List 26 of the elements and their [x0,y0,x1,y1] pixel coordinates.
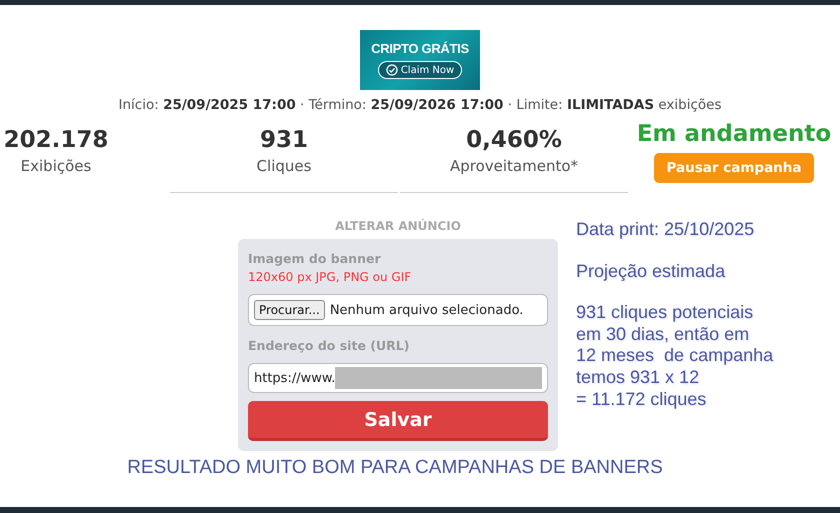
stat-label: Exibições [20,157,92,175]
campaign-status: Em andamento [636,121,832,147]
save-button[interactable]: Salvar [248,401,548,441]
stat-value: 0,460% [466,127,562,153]
banner-ad[interactable]: CRIPTO GRÁTIS Claim Now [360,30,480,90]
stat-label: Cliques [256,157,312,175]
footer-caption: RESULTADO MUITO BOM PARA CAMPANHAS DE BANNERS [126,457,664,479]
file-input[interactable]: Procurar... Nenhum arquivo selecionado. [248,294,548,326]
check-circle-icon [386,64,398,76]
banner-title: CRIPTO GRÁTIS [371,41,469,56]
stat-value: 931 [260,127,308,153]
field-label: Imagem do banner [248,251,382,266]
note-text: Data print: 25/10/2025 [576,219,756,241]
url-value: https://www. [254,370,336,386]
section-heading: ALTERAR ANÚNCIO [335,219,461,233]
claim-button[interactable]: Claim Now [378,61,462,79]
campaign-period: Início: 25/09/2025 17:00 · Término: 25/09/2026 17:00 · Limite: ILIMITADAS exibições [118,97,722,113]
url-field[interactable]: https://www. [248,363,548,393]
stat-value: 202.178 [4,127,108,153]
stat-label: Aproveitamento* [450,157,578,175]
file-hint: 120x60 px JPG, PNG ou GIF [248,270,412,284]
note-text: Projeção estimada [576,260,726,282]
file-status: Nenhum arquivo selecionado. [330,302,524,318]
note-text: 931 cliques potenciais em 30 dias, então em 12 meses de campanha temos 931 x 12 = 11.172 cliques [576,302,774,410]
browse-button[interactable]: Procurar... [254,300,325,320]
field-label: Endereço do site (URL) [248,338,410,353]
